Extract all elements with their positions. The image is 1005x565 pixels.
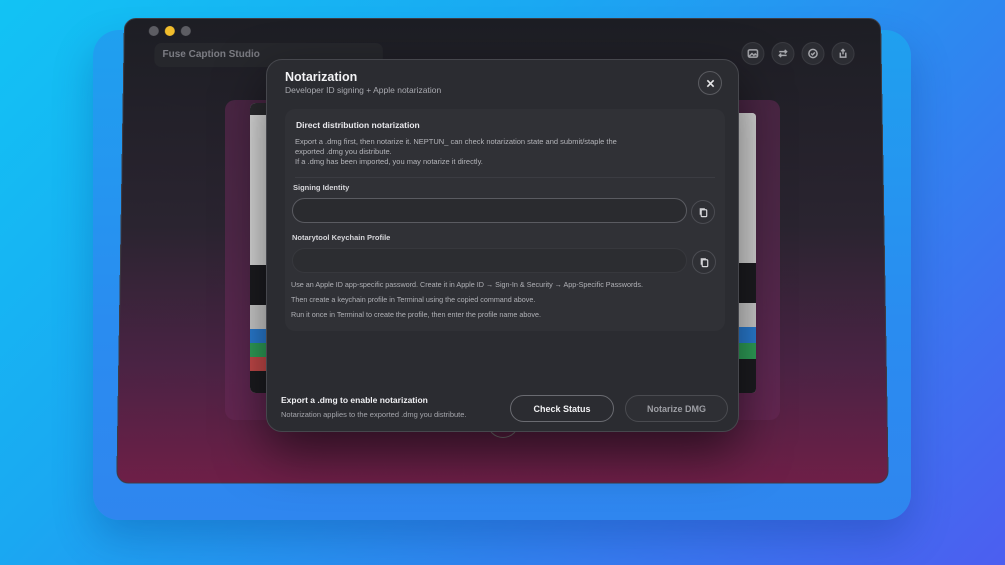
- swap-icon: [777, 48, 788, 59]
- signing-identity-input[interactable]: [293, 199, 686, 222]
- keychain-profile-label: Notarytool Keychain Profile: [292, 233, 391, 242]
- description-line: exported .dmg you distribute.: [295, 147, 392, 156]
- dialog-subtitle: Developer ID signing + Apple notarizatio…: [285, 85, 442, 95]
- notarize-dmg-button[interactable]: Notarize DMG: [625, 395, 728, 422]
- check-circle-icon: [807, 48, 818, 59]
- copy-icon: [700, 257, 708, 267]
- help-text: Then create a keychain profile in Termin…: [291, 295, 536, 304]
- description-line: If a .dmg has been imported, you may not…: [295, 157, 483, 166]
- help-text: Use an Apple ID app-specific password. C…: [291, 280, 643, 289]
- check-status-button[interactable]: Check Status: [510, 395, 614, 422]
- image-button[interactable]: [741, 41, 765, 66]
- close-dialog-button[interactable]: [698, 71, 722, 95]
- window-controls: [148, 25, 191, 36]
- card-title: Direct distribution notarization: [296, 120, 420, 130]
- divider: [295, 177, 715, 178]
- copy-keychain-command-button[interactable]: [692, 250, 716, 274]
- copy-icon: [699, 207, 707, 217]
- keychain-profile-field[interactable]: [292, 248, 687, 273]
- keychain-profile-input[interactable]: [293, 249, 686, 272]
- signing-identity-field[interactable]: [292, 198, 687, 223]
- export-icon: [837, 48, 848, 59]
- export-button[interactable]: [831, 41, 855, 66]
- dialog-title: Notarization: [285, 70, 358, 84]
- swap-button[interactable]: [771, 41, 795, 66]
- copy-signing-identity-button[interactable]: [691, 200, 715, 224]
- card-description: Export a .dmg first, then notarize it. N…: [295, 137, 705, 167]
- notarization-dialog: Notarization Developer ID signing + Appl…: [266, 59, 739, 432]
- toolbar: [741, 41, 855, 66]
- help-text: Run it once in Terminal to create the pr…: [291, 310, 541, 319]
- zoom-window-button[interactable]: [180, 25, 191, 36]
- image-icon: [747, 48, 758, 59]
- status-subtitle: Notarization applies to the exported .dm…: [281, 410, 467, 419]
- status-title: Export a .dmg to enable notarization: [281, 395, 428, 405]
- description-line: Export a .dmg first, then notarize it. N…: [295, 137, 617, 146]
- check-button[interactable]: [801, 41, 825, 66]
- close-window-button[interactable]: [148, 25, 159, 36]
- close-icon: [706, 79, 714, 87]
- signing-identity-label: Signing Identity: [293, 183, 350, 192]
- minimize-window-button[interactable]: [164, 25, 175, 36]
